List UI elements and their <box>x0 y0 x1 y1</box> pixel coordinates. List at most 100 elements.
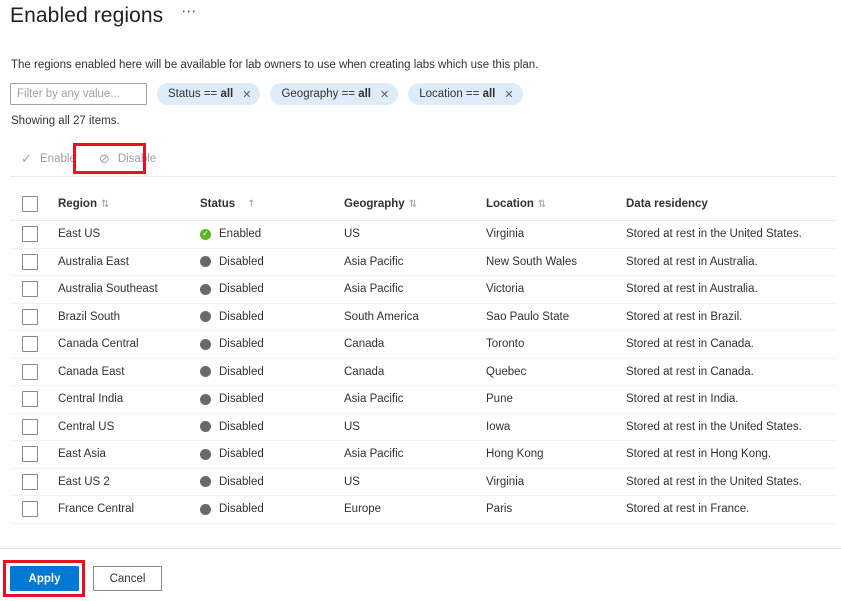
column-header-data-residency[interactable]: Data residency <box>626 198 836 210</box>
enable-button[interactable]: ✓ Enable <box>10 145 86 173</box>
sort-ascending-icon: ↑ <box>247 198 256 210</box>
status-enabled-icon <box>200 228 211 240</box>
table-row[interactable]: Australia East Disabled Asia Pacific New So… <box>10 249 836 276</box>
row-checkbox[interactable] <box>22 281 38 298</box>
status-disabled-icon <box>200 283 211 295</box>
close-icon[interactable]: ✕ <box>242 89 251 100</box>
table-row[interactable]: East Asia Disabled Asia Pacific Hong Kong St… <box>10 441 836 469</box>
cell-geography: Europe <box>344 503 382 516</box>
disable-button[interactable]: ⊘ Disable <box>88 145 166 173</box>
table-row[interactable]: Canada East Disabled Canada Quebec Stored at… <box>10 359 836 386</box>
select-all-cell <box>10 196 58 212</box>
cell-status: Disabled <box>200 393 344 405</box>
more-options-icon[interactable]: ⋯ <box>177 4 201 19</box>
row-checkbox[interactable] <box>22 308 38 325</box>
row-checkbox[interactable] <box>22 336 38 353</box>
column-header-location[interactable]: Location ⇅ <box>486 198 626 210</box>
panel-description: The regions enabled here will be availab… <box>11 59 539 71</box>
status-disabled-icon <box>200 503 211 515</box>
cell-status: Disabled <box>200 338 344 350</box>
cell-status: Disabled <box>200 256 344 268</box>
table-row[interactable]: Brazil South Disabled South America Sao Pau… <box>10 304 836 331</box>
footer-divider <box>0 548 841 549</box>
table-row[interactable]: Central US Disabled US Iowa Stored at rest i… <box>10 414 836 441</box>
regions-table: Region ⇅ Status ↑ Geography ⇅ Location ⇅ Dat… <box>10 188 836 524</box>
command-bar-divider <box>10 176 836 177</box>
table-row[interactable]: Australia Southeast Disabled Asia Pacific V… <box>10 276 836 304</box>
row-checkbox[interactable] <box>22 226 38 243</box>
sort-icon: ⇅ <box>100 199 110 210</box>
cell-status: Disabled <box>200 311 344 323</box>
select-all-checkbox[interactable] <box>22 196 38 212</box>
cell-region: Canada Central <box>58 338 139 351</box>
column-header-region[interactable]: Region ⇅ <box>58 198 200 210</box>
close-icon[interactable]: ✕ <box>504 89 513 100</box>
title-row: Enabled regions ⋯ <box>10 2 201 30</box>
cell-geography: Canada <box>344 365 385 378</box>
sort-icon: ⇅ <box>408 199 418 210</box>
status-label: Disabled <box>219 365 264 378</box>
cell-data-residency: Stored at rest in Australia. <box>626 255 758 268</box>
row-select-cell <box>10 501 58 518</box>
row-select-cell <box>10 226 58 243</box>
cell-location: Victoria <box>486 283 525 296</box>
cell-data-residency: Stored at rest in the United States. <box>626 420 802 433</box>
row-checkbox[interactable] <box>22 446 38 463</box>
status-disabled-icon <box>200 421 211 433</box>
cell-geography: Canada <box>344 338 385 351</box>
row-checkbox[interactable] <box>22 391 38 408</box>
filter-input[interactable] <box>10 83 147 105</box>
row-select-cell <box>10 253 58 270</box>
cell-data-residency: Stored at rest in France. <box>626 503 750 516</box>
status-disabled-icon <box>200 366 211 378</box>
cell-region: Brazil South <box>58 310 121 323</box>
cancel-button[interactable]: Cancel <box>93 566 162 591</box>
page-title: Enabled regions <box>10 4 164 27</box>
cell-region: Canada East <box>58 365 125 378</box>
table-row[interactable]: Canada Central Disabled Canada Toronto Store… <box>10 331 836 359</box>
cell-data-residency: Stored at rest in Canada. <box>626 338 754 351</box>
row-select-cell <box>10 308 58 325</box>
row-checkbox[interactable] <box>22 501 38 518</box>
sort-icon: ⇅ <box>537 199 547 210</box>
row-select-cell <box>10 473 58 490</box>
filter-pill-location[interactable]: Location == all ✕ <box>408 83 523 105</box>
status-label: Disabled <box>219 475 264 488</box>
footer-actions: Apply Cancel <box>10 566 162 591</box>
filter-pill-location-label: Location == all <box>419 88 496 100</box>
status-disabled-icon <box>200 448 211 460</box>
row-checkbox[interactable] <box>22 418 38 435</box>
table-row[interactable]: Central India Disabled Asia Pacific Pune Sto… <box>10 386 836 414</box>
cell-geography: US <box>344 475 360 488</box>
enable-button-label: Enable <box>40 153 76 165</box>
cell-region: Australia Southeast <box>58 283 158 296</box>
cell-geography: South America <box>344 310 419 323</box>
column-header-geography[interactable]: Geography ⇅ <box>344 198 486 210</box>
row-select-cell <box>10 281 58 298</box>
table-row[interactable]: France Central Disabled Europe Paris Stored … <box>10 496 836 524</box>
cell-location: Virginia <box>486 228 525 241</box>
table-row[interactable]: East US Enabled US Virginia Stored at rest i… <box>10 221 836 249</box>
cell-status: Disabled <box>200 476 344 488</box>
cell-data-residency: Stored at rest in India. <box>626 393 739 406</box>
table-header-row: Region ⇅ Status ↑ Geography ⇅ Location ⇅ Dat… <box>10 188 836 221</box>
status-label: Enabled <box>219 228 262 241</box>
status-label: Disabled <box>219 310 264 323</box>
row-select-cell <box>10 446 58 463</box>
row-select-cell <box>10 418 58 435</box>
close-icon[interactable]: ✕ <box>380 89 389 100</box>
row-checkbox[interactable] <box>22 473 38 490</box>
filter-pill-status[interactable]: Status == all ✕ <box>157 83 261 105</box>
cell-data-residency: Stored at rest in Canada. <box>626 365 754 378</box>
apply-button[interactable]: Apply <box>10 566 79 591</box>
column-header-status[interactable]: Status ↑ <box>200 198 344 210</box>
enabled-regions-panel: Enabled regions ⋯ The regions enabled he… <box>0 0 841 601</box>
table-row[interactable]: East US 2 Disabled US Virginia Stored at res… <box>10 469 836 496</box>
block-icon: ⊘ <box>98 151 110 167</box>
cell-data-residency: Stored at rest in Australia. <box>626 283 758 296</box>
cell-location: Pune <box>486 393 513 406</box>
cell-data-residency: Stored at rest in Brazil. <box>626 310 743 323</box>
row-checkbox[interactable] <box>22 253 38 270</box>
filter-pill-geography[interactable]: Geography == all ✕ <box>270 83 399 105</box>
row-checkbox[interactable] <box>22 363 38 380</box>
